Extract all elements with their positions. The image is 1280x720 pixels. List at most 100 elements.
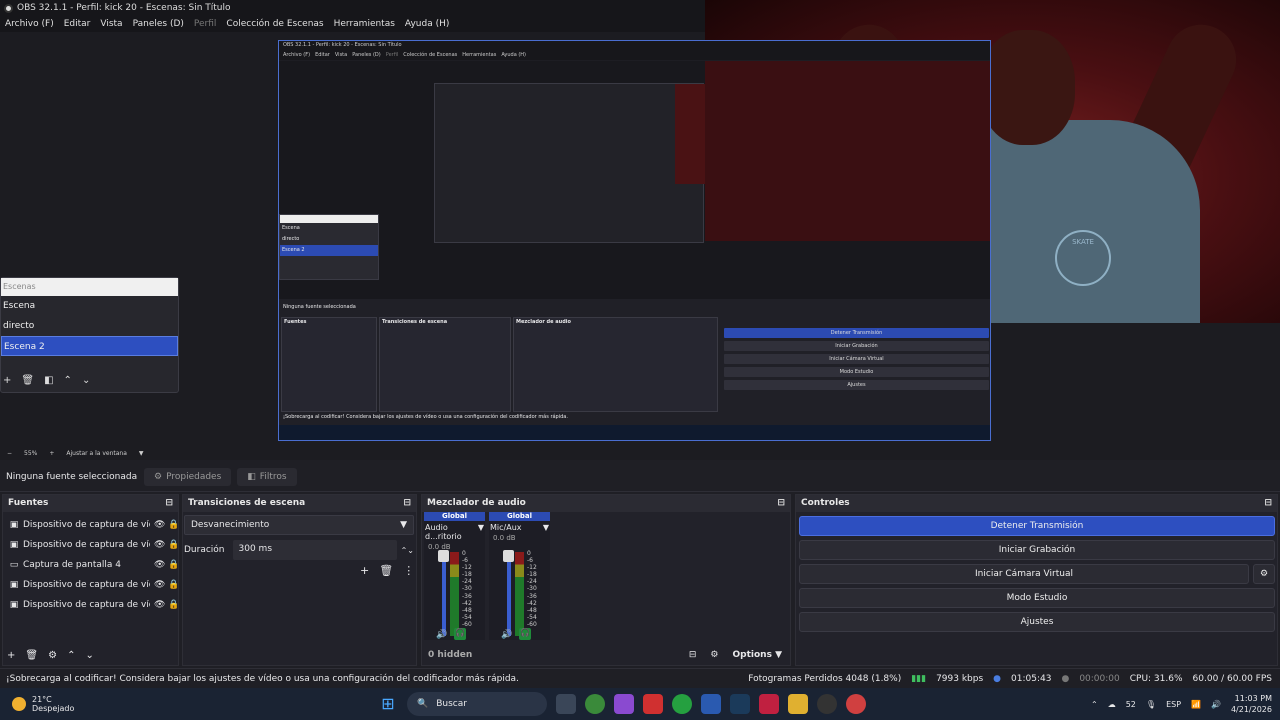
headphones-icon[interactable]: 🎧: [454, 628, 466, 640]
steam-icon[interactable]: [730, 694, 750, 714]
lock-icon: 🔒: [168, 580, 180, 590]
headphones-icon[interactable]: 🎧: [519, 628, 531, 640]
zoom-fit[interactable]: Ajustar a la ventana: [66, 450, 127, 457]
whatsapp-icon[interactable]: [672, 694, 692, 714]
zoom-in-button[interactable]: +: [49, 450, 54, 457]
channel-name[interactable]: Audio d...ritorio ▼: [424, 521, 485, 543]
start-recording-button[interactable]: Iniciar Grabación: [799, 540, 1275, 560]
volume-icon[interactable]: 🔊: [1211, 700, 1221, 709]
lock-icon: 🔒: [168, 520, 180, 530]
language[interactable]: ESP: [1166, 700, 1181, 709]
meter-scale: 0 -6 -12 -18 -24 -30 -36 -42 -48 -54 -60: [527, 550, 537, 628]
system-tray: ⌃ ☁ 52 🎙 ESP 📶 🔊 11:03 PM 4/21/2026: [1091, 693, 1272, 715]
up-icon[interactable]: ⌃: [67, 650, 75, 661]
menu-paneles[interactable]: Paneles (D): [128, 19, 189, 29]
properties-button[interactable]: ⚙ Propiedades: [144, 467, 232, 486]
down-icon[interactable]: ⌄: [82, 375, 90, 389]
camera-icon: ▣: [9, 540, 19, 550]
chevron-up-icon[interactable]: ⌃: [1091, 700, 1098, 709]
fader-knob[interactable]: [438, 550, 449, 562]
dock-float-icon[interactable]: ⊟: [403, 498, 411, 509]
trash-icon[interactable]: 🗑: [25, 650, 38, 661]
source-row[interactable]: ▣Dispositivo de captura de vídeo👁🔒: [3, 595, 179, 615]
chrome-active-icon[interactable]: [846, 694, 866, 714]
source-row[interactable]: ▣Dispositivo de captura de vídeo👁🔒: [3, 535, 179, 555]
chrome-icon[interactable]: [585, 694, 605, 714]
scene-item[interactable]: directo: [1, 316, 178, 336]
studio-mode-button[interactable]: Modo Estudio: [799, 588, 1275, 608]
volume-fader[interactable]: [507, 554, 511, 636]
channel-db: 0.0 dB: [428, 543, 451, 551]
menu-perfil[interactable]: Perfil: [189, 19, 222, 29]
channel-db: 0.0 dB: [493, 534, 516, 542]
menu-vista[interactable]: Vista: [95, 19, 127, 29]
stop-stream-button[interactable]: Detener Transmisión: [799, 516, 1275, 536]
folder-icon[interactable]: [788, 694, 808, 714]
app-blue-icon[interactable]: [701, 694, 721, 714]
trash-icon[interactable]: 🗑: [379, 564, 393, 577]
filters-button[interactable]: ◧ Filtros: [237, 467, 297, 486]
scene-item-selected[interactable]: Escena 2: [1, 336, 178, 356]
virtual-camera-settings[interactable]: ⚙: [1253, 564, 1275, 584]
channel-name[interactable]: Mic/Aux ▼: [489, 521, 550, 534]
task-view-icon[interactable]: [556, 694, 576, 714]
speaker-icon[interactable]: 🔊: [501, 630, 512, 640]
source-row[interactable]: ▣Dispositivo de captura de vídeo👁🔒: [3, 575, 180, 595]
weather-widget[interactable]: 21°C Despejado: [12, 695, 74, 713]
menu-herramientas[interactable]: Herramientas: [329, 19, 400, 29]
sources-toolbar: + 🗑 ⚙ ⌃ ⌄: [7, 650, 94, 661]
fader-knob[interactable]: [503, 550, 514, 562]
hidden-count: 0 hidden: [428, 650, 473, 660]
eye-icon: 👁: [154, 520, 166, 530]
layout-icon[interactable]: ⊟: [689, 650, 697, 660]
filter-icon[interactable]: ◧: [44, 375, 53, 389]
camera-icon: ▣: [9, 520, 19, 530]
options-button[interactable]: Options ▼: [733, 650, 783, 660]
duration-input[interactable]: 300 ms: [232, 540, 397, 560]
zoom-out-button[interactable]: −: [7, 450, 12, 457]
transition-select[interactable]: Desvanecimiento ▼: [184, 515, 414, 535]
speaker-icon[interactable]: 🔊: [436, 630, 447, 640]
wifi-icon[interactable]: 📶: [1191, 700, 1201, 709]
add-icon[interactable]: +: [360, 564, 369, 577]
shirt-logo: SKATE: [1055, 230, 1111, 286]
source-row[interactable]: ▭ Captura de pantalla 4 👁 🔒: [3, 555, 179, 575]
gear-icon: ⚙: [154, 471, 163, 482]
dock-float-icon[interactable]: ⊟: [165, 498, 173, 509]
taskbar-search[interactable]: 🔍 Buscar: [407, 692, 547, 716]
spin-icon[interactable]: ⌃⌄: [401, 546, 414, 555]
virtual-camera-button[interactable]: Iniciar Cámara Virtual: [799, 564, 1249, 584]
source-row[interactable]: ▣Dispositivo de captura de vídeo👁🔒: [3, 515, 180, 535]
winrar-icon[interactable]: [759, 694, 779, 714]
cpu: CPU: 31.6%: [1129, 673, 1183, 684]
obs-icon[interactable]: [817, 694, 837, 714]
trash-icon[interactable]: 🗑: [21, 375, 34, 389]
add-icon[interactable]: +: [7, 650, 15, 661]
mic-icon[interactable]: 🎙: [1146, 700, 1156, 709]
zoom-dropdown-icon[interactable]: ▼: [139, 450, 144, 457]
volume-fader[interactable]: [442, 554, 446, 636]
inner-bottom-docks: Ninguna fuente seleccionada Fuentes Tran…: [279, 299, 990, 440]
global-label: Global: [489, 512, 550, 521]
rec-time: 00:00:00: [1079, 673, 1120, 684]
menu-editar[interactable]: Editar: [59, 19, 96, 29]
clock[interactable]: 11:03 PM 4/21/2026: [1231, 693, 1272, 715]
app-red-icon[interactable]: [643, 694, 663, 714]
add-icon[interactable]: +: [3, 375, 11, 389]
menu-coleccion[interactable]: Colección de Escenas: [221, 19, 328, 29]
settings-icon[interactable]: ⚙: [710, 650, 718, 660]
more-icon[interactable]: ⋮: [403, 564, 414, 577]
meter-scale: 0 -6 -12 -18 -24 -30 -36 -42 -48 -54 -60: [462, 550, 472, 628]
gear-icon[interactable]: ⚙: [48, 650, 57, 661]
menu-ayuda[interactable]: Ayuda (H): [400, 19, 454, 29]
up-icon[interactable]: ⌃: [64, 375, 72, 389]
down-icon[interactable]: ⌄: [85, 650, 93, 661]
cloud-icon[interactable]: ☁: [1108, 700, 1116, 709]
windows-start-icon[interactable]: ⊞: [378, 694, 398, 714]
settings-button[interactable]: Ajustes: [799, 612, 1275, 632]
dock-float-icon[interactable]: ⊟: [777, 498, 785, 509]
scene-item[interactable]: Escena: [1, 296, 178, 316]
copilot-icon[interactable]: [614, 694, 634, 714]
dock-float-icon[interactable]: ⊟: [1264, 498, 1272, 509]
menu-archivo[interactable]: Archivo (F): [0, 19, 59, 29]
